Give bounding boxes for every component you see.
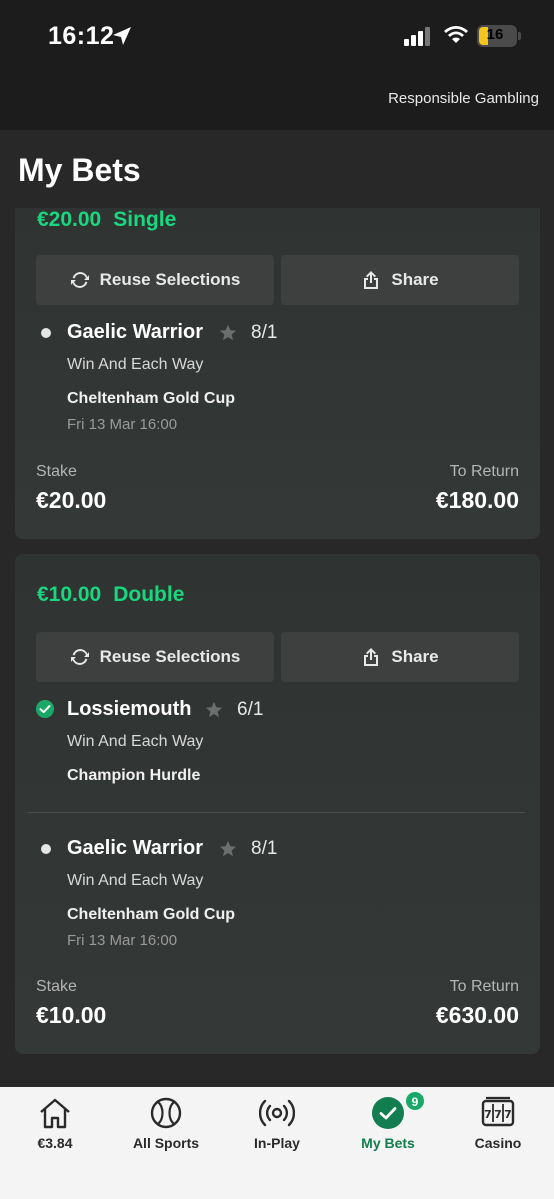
stake-value: €10.00 xyxy=(36,1002,107,1028)
tab-label-in-play: In-Play xyxy=(254,1135,300,1151)
favourite-star-icon[interactable] xyxy=(219,324,237,342)
selection-divider xyxy=(28,812,525,813)
stake-label: Stake xyxy=(36,978,77,995)
clock-time: 16:12 xyxy=(48,22,115,50)
stake-value: €20.00 xyxy=(36,487,107,513)
reuse-selections-label: Reuse Selections xyxy=(99,270,241,289)
to-return-value: €180.00 xyxy=(435,487,519,513)
share-icon xyxy=(364,271,379,289)
tab-my-bets[interactable]: 9 My Bets xyxy=(333,1091,443,1155)
tennis-ball-icon xyxy=(150,1097,182,1129)
selection-name: Gaelic Warrior xyxy=(67,321,203,343)
svg-text:7: 7 xyxy=(494,1108,502,1121)
tab-label-all-sports: All Sports xyxy=(132,1135,200,1151)
bet-amount: €10.00 xyxy=(37,583,102,606)
to-return-label: To Return xyxy=(449,978,519,995)
selection-odds: 6/1 xyxy=(237,699,264,720)
share-label: Share xyxy=(391,270,439,289)
selection-time: Fri 13 Mar 16:00 xyxy=(67,932,178,949)
tab-label-my-bets: My Bets xyxy=(361,1135,415,1151)
wifi-icon xyxy=(444,26,468,43)
check-circle-icon xyxy=(372,1097,404,1129)
cellular-signal-icon xyxy=(404,27,430,46)
home-icon xyxy=(40,1098,70,1129)
live-broadcast-icon xyxy=(259,1099,295,1127)
page-title: My Bets xyxy=(18,152,141,188)
battery-level: 16 xyxy=(486,26,504,43)
selection-market: Win And Each Way xyxy=(67,733,204,750)
selection-odds: 8/1 xyxy=(251,838,278,859)
selection-market: Win And Each Way xyxy=(67,356,204,373)
tab-label-balance: €3.84 xyxy=(37,1135,73,1151)
selection-event: Cheltenham Gold Cup xyxy=(67,390,235,407)
bet-type: Double xyxy=(113,583,185,606)
bet-header: €20.00 Single xyxy=(37,208,176,232)
share-label: Share xyxy=(391,647,439,666)
share-icon xyxy=(364,648,379,666)
tab-label-casino: Casino xyxy=(474,1135,522,1151)
status-bar: 16:12 16 xyxy=(0,0,554,80)
reuse-selections-button[interactable]: Reuse Selections xyxy=(36,632,274,682)
selection-name: Lossiemouth xyxy=(67,698,192,720)
selection-time: Fri 13 Mar 16:00 xyxy=(67,416,178,433)
to-return-label: To Return xyxy=(449,463,519,480)
favourite-star-icon[interactable] xyxy=(219,840,237,858)
selection-market: Win And Each Way xyxy=(67,872,204,889)
favourite-star-icon[interactable] xyxy=(205,701,223,719)
my-bets-count-badge: 9 xyxy=(405,1091,425,1111)
selection-event: Champion Hurdle xyxy=(67,767,201,784)
share-button[interactable]: Share xyxy=(281,255,519,305)
refresh-icon xyxy=(70,271,89,289)
stake-label: Stake xyxy=(36,463,77,480)
svg-text:7: 7 xyxy=(504,1108,512,1121)
selection-odds: 8/1 xyxy=(251,322,278,343)
bet-amount: €20.00 xyxy=(37,208,102,231)
selection-name: Gaelic Warrior xyxy=(67,837,203,859)
tab-all-sports[interactable]: All Sports xyxy=(111,1095,221,1155)
bet-card: €20.00 Single Reuse Selections Share Gael… xyxy=(15,208,540,539)
refresh-icon xyxy=(70,648,89,666)
location-arrow-icon xyxy=(113,27,131,45)
share-button[interactable]: Share xyxy=(281,632,519,682)
svg-text:7: 7 xyxy=(484,1108,492,1121)
reuse-selections-label: Reuse Selections xyxy=(99,647,241,666)
battery-icon: 16 xyxy=(477,25,521,47)
bottom-tab-bar: €3.84 All Sports In-Play 9 My Bets 7 7 7… xyxy=(0,1087,554,1199)
selection-status-dot xyxy=(41,844,51,854)
tab-in-play[interactable]: In-Play xyxy=(222,1095,332,1155)
bet-header: €10.00 Double xyxy=(37,583,184,607)
my-bets-content[interactable]: My Bets €20.00 Single Reuse Selections Sh… xyxy=(0,130,554,1087)
tab-casino[interactable]: 7 7 7 Casino xyxy=(443,1095,553,1155)
bet-card: €10.00 Double Reuse Selections Share Loss… xyxy=(15,554,540,1054)
responsible-gambling-link[interactable]: Responsible Gambling xyxy=(388,90,539,107)
tab-home[interactable]: €3.84 xyxy=(0,1095,110,1155)
selection-status-dot xyxy=(41,328,51,338)
bet-type: Single xyxy=(113,208,177,231)
to-return-value: €630.00 xyxy=(435,1002,519,1028)
selection-event: Cheltenham Gold Cup xyxy=(67,906,235,923)
slot-machine-icon: 7 7 7 xyxy=(481,1096,515,1127)
check-circle-icon xyxy=(36,700,54,718)
header-strip: Responsible Gambling xyxy=(0,80,554,130)
reuse-selections-button[interactable]: Reuse Selections xyxy=(36,255,274,305)
